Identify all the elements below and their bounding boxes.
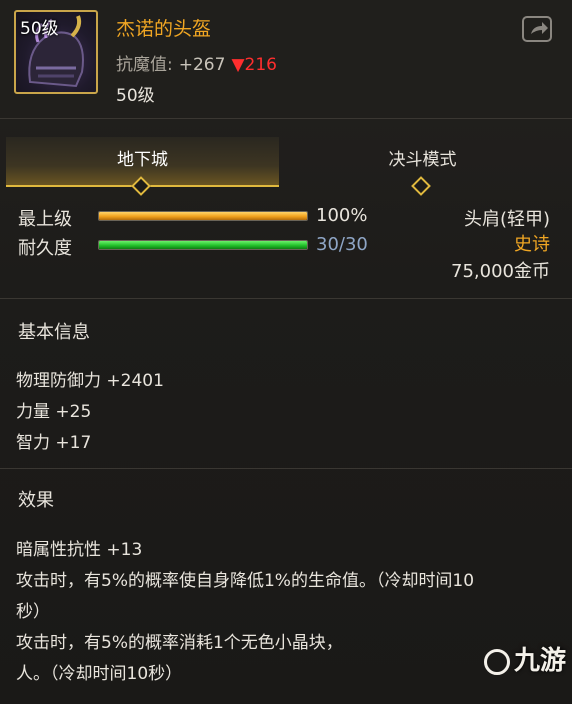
durability-value: 30/30 (316, 234, 368, 255)
item-icon-level: 50级 (20, 19, 59, 39)
durability-bar-fill (99, 241, 307, 249)
basic-info-line: 物理防御力 +2401 (16, 371, 164, 391)
magic-resist-value: +267 (178, 55, 226, 75)
basic-info-line: 力量 +25 (16, 402, 92, 422)
max-level-value: 100% (316, 205, 368, 226)
magic-resist-diff: ▼216 (231, 55, 277, 75)
rarity-label: 史诗 (514, 234, 550, 255)
effects-title: 效果 (18, 490, 54, 511)
max-level-label: 最上级 (18, 209, 72, 230)
durability-label: 耐久度 (18, 238, 72, 259)
magic-resist-label: 抗魔值: (116, 55, 173, 75)
durability-bar (98, 240, 308, 250)
watermark-text: 九游 (514, 646, 567, 676)
item-name: 杰诺的头盔 (116, 18, 212, 40)
basic-info-divider (0, 468, 572, 469)
max-level-bar-fill (99, 212, 307, 220)
item-tooltip-panel: 50级 杰诺的头盔 抗魔值: +267 ▼216 50级 地下城 决斗模式 最上级 … (0, 0, 572, 704)
effect-line: 秒） (16, 602, 50, 622)
effect-line: 攻击时，有5%的概率消耗1个无色小晶块， (16, 633, 343, 653)
item-level: 50级 (116, 86, 155, 106)
magic-resist-line: 抗魔值: +267 ▼216 (116, 50, 277, 75)
basic-info-line: 智力 +17 (16, 433, 92, 453)
item-price: 75,000金币 (451, 261, 550, 282)
item-header: 50级 杰诺的头盔 抗魔值: +267 ▼216 50级 (0, 0, 572, 118)
watermark-logo: 九游 (484, 640, 566, 677)
effect-line: 暗属性抗性 +13 (16, 540, 143, 560)
bars-divider (0, 298, 572, 299)
equipment-slot: 头肩(轻甲) (463, 209, 550, 230)
effect-line: 人。（冷却时间10秒） (16, 664, 183, 684)
watermark-logo-icon (484, 648, 510, 675)
share-icon (531, 22, 548, 34)
effect-line: 攻击时，有5%的概率使自身降低1%的生命值。（冷却时间10 (16, 571, 475, 591)
mode-tabs: 地下城 决斗模式 (6, 137, 566, 196)
max-level-bar (98, 211, 308, 221)
header-divider (0, 118, 572, 119)
helmet-item-icon: 50级 (14, 10, 98, 94)
share-button[interactable] (522, 16, 552, 42)
basic-info-title: 基本信息 (18, 322, 90, 343)
